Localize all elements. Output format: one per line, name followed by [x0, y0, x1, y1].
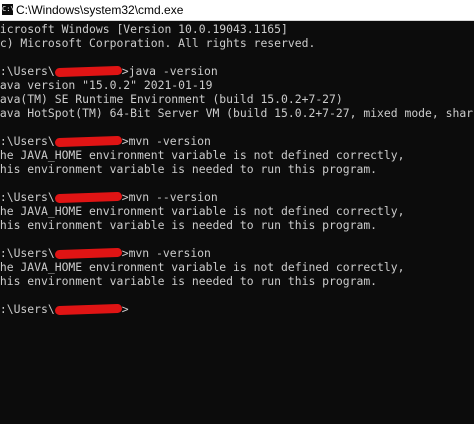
- console-output-line: The JAVA_HOME environment variable is no…: [0, 148, 405, 162]
- window-titlebar[interactable]: C:\ C:\Windows\system32\cmd.exe: [0, 0, 474, 21]
- console-prompt-line: C:\Users\ >mvn -version: [0, 134, 211, 148]
- redacted-username: [54, 135, 122, 148]
- prompt-symbol: >: [121, 246, 129, 260]
- console-output-line: Java HotSpot(TM) 64-Bit Server VM (build…: [0, 106, 474, 120]
- prompt-command: java -version: [128, 64, 218, 78]
- prompt-path: C:\Users\: [0, 302, 55, 316]
- prompt-path: C:\Users\: [0, 190, 55, 204]
- console-output-line: Java(TM) SE Runtime Environment (build 1…: [0, 92, 343, 106]
- redacted-username: [54, 247, 122, 260]
- prompt-path: C:\Users\: [0, 134, 55, 148]
- redacted-username: [54, 191, 122, 204]
- console-output-line: The JAVA_HOME environment variable is no…: [0, 260, 405, 274]
- console-output-line: The JAVA_HOME environment variable is no…: [0, 204, 405, 218]
- prompt-path: C:\Users\: [0, 246, 55, 260]
- prompt-command: mvn -version: [128, 134, 211, 148]
- console-output-line: (c) Microsoft Corporation. All rights re…: [0, 36, 316, 50]
- console-prompt-line: C:\Users\ >: [0, 302, 129, 316]
- console-prompt-line: C:\Users\ >mvn --version: [0, 190, 218, 204]
- window-title: C:\Windows\system32\cmd.exe: [16, 3, 184, 17]
- console-output[interactable]: Microsoft Windows [Version 10.0.19043.11…: [0, 21, 474, 424]
- cmd-icon: C:\: [2, 4, 15, 15]
- prompt-path: C:\Users\: [0, 64, 55, 78]
- prompt-symbol: >: [121, 64, 129, 78]
- redacted-username: [54, 65, 122, 78]
- prompt-symbol: >: [121, 134, 129, 148]
- console-prompt-line: C:\Users\ >java -version: [0, 64, 218, 78]
- console-prompt-line: C:\Users\ >mvn -version: [0, 246, 211, 260]
- prompt-command: mvn --version: [128, 190, 218, 204]
- console-output-line: java version "15.0.2" 2021-01-19: [0, 78, 213, 92]
- console-output-line: this environment variable is needed to r…: [0, 274, 378, 288]
- redacted-username: [54, 303, 122, 316]
- prompt-symbol: >: [121, 302, 129, 316]
- prompt-symbol: >: [121, 190, 129, 204]
- console-output-line: Microsoft Windows [Version 10.0.19043.11…: [0, 22, 288, 36]
- prompt-command: mvn -version: [128, 246, 211, 260]
- console-output-line: this environment variable is needed to r…: [0, 218, 378, 232]
- console-output-line: this environment variable is needed to r…: [0, 162, 378, 176]
